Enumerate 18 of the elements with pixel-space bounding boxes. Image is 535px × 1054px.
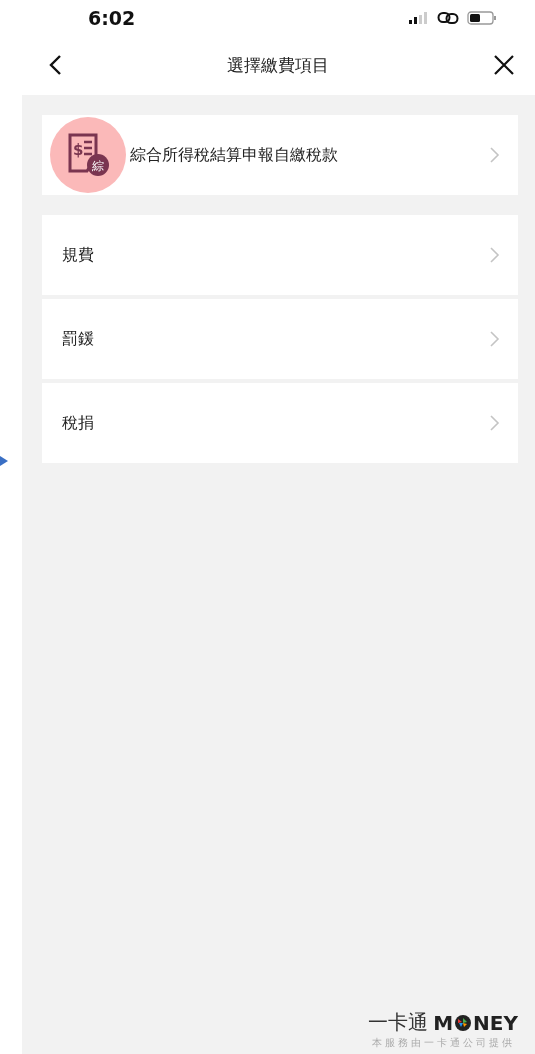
status-time: 6:02 <box>88 6 136 29</box>
chevron-icon <box>490 331 500 347</box>
chevron-icon <box>490 147 500 163</box>
signal-icon <box>409 11 429 24</box>
link-icon <box>437 10 459 25</box>
pointer-icon <box>0 455 8 467</box>
item-label: 罰鍰 <box>62 328 94 350</box>
chevron-icon <box>490 247 500 263</box>
item-label: 稅捐 <box>62 412 94 434</box>
page-title: 選擇繳費項目 <box>226 53 329 77</box>
battery-icon <box>467 10 497 25</box>
item-label: 規費 <box>62 244 94 266</box>
payment-item[interactable]: 罰鍰 <box>42 299 518 379</box>
payment-item[interactable]: 規費 <box>42 215 518 295</box>
chevron-icon <box>490 415 500 431</box>
payment-item[interactable]: 稅捐 <box>42 383 518 463</box>
item-label: 綜合所得稅結算申報自繳稅款 <box>130 144 338 166</box>
payment-item[interactable]: $ 綜 綜合所得稅結算申報自繳稅款 <box>42 115 518 195</box>
